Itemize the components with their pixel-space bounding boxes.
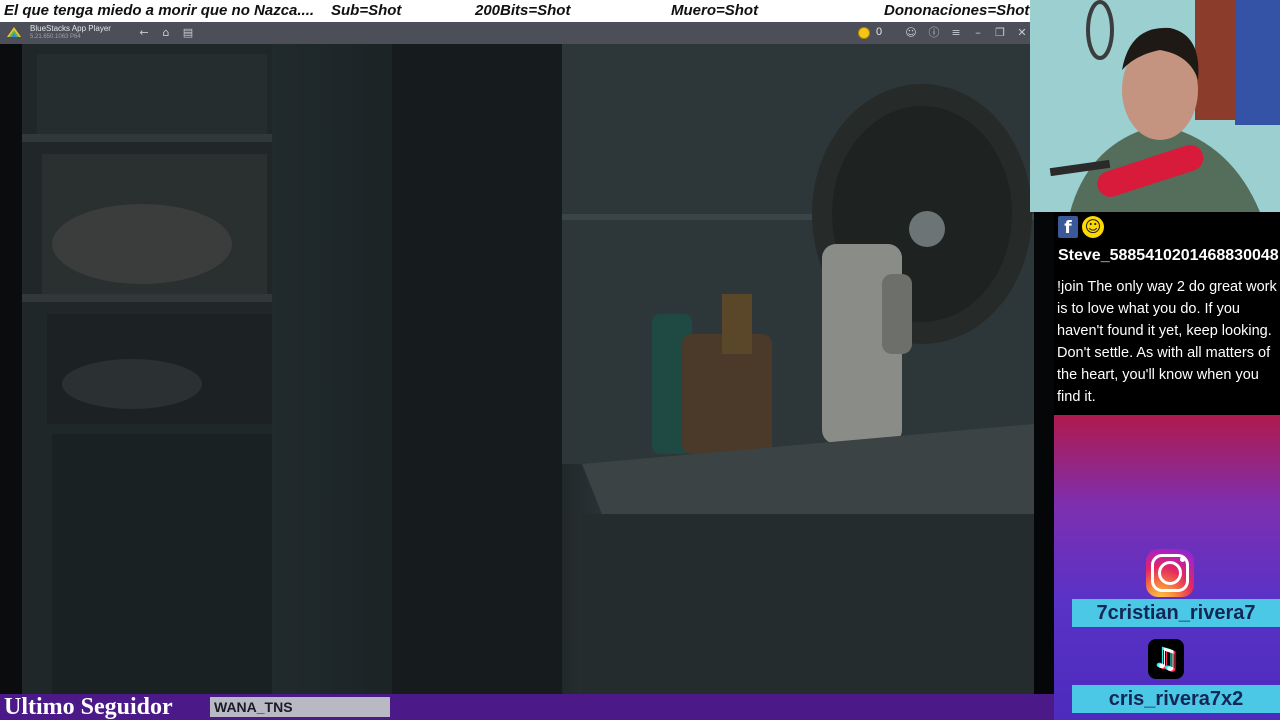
- ticker-item-death: Muero=Shot: [671, 2, 759, 19]
- chat-message: !join The only way 2 do great work is to…: [1057, 279, 1277, 405]
- webcam-feed: [1030, 0, 1280, 212]
- smiley-icon: ☺: [1082, 216, 1104, 238]
- instagram-handle: 7cristian_rivera7: [1072, 599, 1280, 627]
- ticker-item-donations: Dononaciones=Shot: [884, 2, 1030, 19]
- app-version: 5.21.650.1063 P64: [30, 34, 81, 40]
- streamer-webcam-image: [1030, 0, 1280, 212]
- game-scene-image: [22, 44, 1034, 694]
- bluestacks-titlebar: BlueStacks App Player 5.21.650.1063 P64 …: [0, 22, 1030, 44]
- tiktok-handle: cris_rivera7x2: [1072, 685, 1280, 713]
- last-follower-bar: Ultimo Seguidor WANA_TNS: [0, 694, 1054, 720]
- menu-icon[interactable]: ≡: [948, 25, 964, 41]
- chat-overlay: f ☺ Steve_5885410201468830048 !join The …: [1054, 212, 1280, 415]
- coin-icon[interactable]: [858, 27, 870, 39]
- emulator-sidebar: [0, 44, 22, 694]
- bluestacks-logo-icon: [7, 27, 21, 37]
- social-panel: 7cristian_rivera7 ♫ cris_rivera7x2: [1054, 415, 1280, 720]
- minimize-icon[interactable]: –: [970, 25, 986, 41]
- restore-icon[interactable]: ❐: [992, 25, 1008, 41]
- stream-ticker: El que tenga miedo a morir que no Nazca.…: [0, 0, 1030, 22]
- help-icon[interactable]: ⓘ: [926, 25, 942, 41]
- chat-badges: f ☺: [1058, 216, 1104, 240]
- facebook-icon: f: [1058, 216, 1078, 238]
- tiktok-icon: ♫: [1148, 639, 1184, 679]
- ticker-item-motto: El que tenga miedo a morir que no Nazca.…: [4, 2, 315, 19]
- game-viewport[interactable]: [22, 44, 1034, 694]
- multi-instance-icon[interactable]: ▤: [180, 25, 196, 41]
- chat-username: Steve_5885410201468830048: [1058, 247, 1279, 264]
- close-icon[interactable]: ✕: [1014, 25, 1030, 41]
- coin-count: 0: [876, 26, 883, 38]
- account-icon[interactable]: ☺: [903, 25, 919, 41]
- instagram-icon: [1146, 549, 1194, 597]
- app-title: BlueStacks App Player: [30, 24, 111, 33]
- last-follower-label: Ultimo Seguidor: [4, 694, 173, 720]
- ticker-item-sub: Sub=Shot: [331, 2, 402, 19]
- ticker-item-bits: 200Bits=Shot: [475, 2, 571, 19]
- back-icon[interactable]: ←: [136, 25, 152, 41]
- home-icon[interactable]: ⌂: [158, 25, 174, 41]
- last-follower-name: WANA_TNS: [210, 697, 390, 717]
